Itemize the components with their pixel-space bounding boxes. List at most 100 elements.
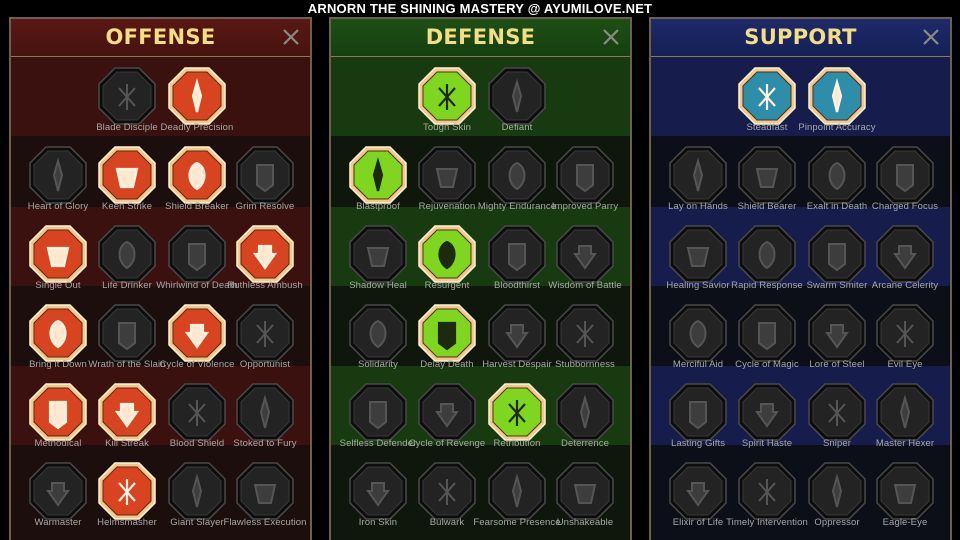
skill-selfless-defender[interactable]: Selfless Defender (340, 382, 416, 458)
skill-steadfast[interactable]: Steadfast (735, 66, 799, 142)
skill-unshakeable[interactable]: Unshakeable (553, 461, 617, 537)
support-panel: SUPPORT Steadfast Pinpoint Accuracy Lay on … (649, 17, 952, 540)
skill-oppressor[interactable]: Oppressor (805, 461, 869, 537)
skill-master-hexer[interactable]: Master Hexer (873, 382, 937, 458)
skill-defiant[interactable]: Defiant (485, 66, 549, 142)
skill-iron-skin[interactable]: Iron Skin (346, 461, 410, 537)
potion-flask-icon (668, 461, 728, 521)
skill-mighty-endurance[interactable]: Mighty Endurance (478, 145, 556, 221)
striking-fist-icon (235, 224, 295, 284)
tower-shield-icon (417, 461, 477, 521)
skill-cycle-of-revenge[interactable]: Cycle of Revenge (409, 382, 485, 458)
skill-deterrence[interactable]: Deterrence (553, 382, 617, 458)
skill-cycle-of-magic[interactable]: Cycle of Magic (735, 303, 799, 379)
skill-shield-breaker[interactable]: Shield Breaker (165, 145, 229, 221)
comet-icon (737, 303, 797, 363)
skill-arcane-celerity[interactable]: Arcane Celerity (872, 224, 938, 300)
skill-healing-savior[interactable]: Healing Savior (666, 224, 730, 300)
skill-keen-strike[interactable]: Keen Strike (95, 145, 159, 221)
skill-lay-on-hands[interactable]: Lay on Hands (666, 145, 730, 221)
skill-shield-bearer[interactable]: Shield Bearer (735, 145, 799, 221)
skill-deadly-precision[interactable]: Deadly Precision (161, 66, 233, 142)
header-divider (11, 56, 310, 57)
skull-icon (97, 382, 157, 442)
chevron-shield-icon (348, 145, 408, 205)
skill-flawless-execution[interactable]: Flawless Execution (223, 461, 306, 537)
skill-heart-of-glory[interactable]: Heart of Glory (26, 145, 90, 221)
skill-evil-eye[interactable]: Evil Eye (873, 303, 937, 379)
skill-resurgent[interactable]: Resurgent (415, 224, 479, 300)
skill-improved-parry[interactable]: Improved Parry (552, 145, 618, 221)
skill-label: Eagle-Eye (882, 517, 928, 528)
raging-warrior-icon (235, 382, 295, 442)
executioner-skull-icon (235, 461, 295, 521)
close-icon[interactable] (281, 27, 301, 47)
hex-totem-icon (875, 382, 935, 442)
skill-timely-intervention[interactable]: Timely Intervention (726, 461, 808, 537)
hammer-fist-icon (97, 303, 157, 363)
eagle-head-icon (875, 461, 935, 521)
skill-bulwark[interactable]: Bulwark (415, 461, 479, 537)
compass-star-icon (668, 382, 728, 442)
skill-bring-it-down[interactable]: Bring it Down (26, 303, 90, 379)
open-palm-icon (487, 303, 547, 363)
skill-charged-focus[interactable]: Charged Focus (872, 145, 938, 221)
skill-kill-streak[interactable]: Kill Streak (95, 382, 159, 458)
skill-blastproof[interactable]: Blastproof (346, 145, 410, 221)
hourglass-icon (417, 303, 477, 363)
skill-rapid-response[interactable]: Rapid Response (731, 224, 803, 300)
skill-life-drinker[interactable]: Life Drinker (95, 224, 159, 300)
skill-blood-shield[interactable]: Blood Shield (165, 382, 229, 458)
skill-elixir-of-life[interactable]: Elixir of Life (666, 461, 730, 537)
skill-wisdom-of-battle[interactable]: Wisdom of Battle (548, 224, 622, 300)
skill-exalt-in-death[interactable]: Exalt in Death (805, 145, 869, 221)
support-panel-title: SUPPORT (744, 25, 857, 49)
skill-stoked-to-fury[interactable]: Stoked to Fury (233, 382, 297, 458)
heart-hand-icon (417, 145, 477, 205)
skill-tough-skin[interactable]: Tough Skin (415, 66, 479, 142)
skill-label: Flawless Execution (223, 517, 307, 528)
close-icon[interactable] (601, 27, 621, 47)
skill-label: Deterrence (561, 438, 609, 449)
skill-eagle-eye[interactable]: Eagle-Eye (873, 461, 937, 537)
skill-solidarity[interactable]: Solidarity (346, 303, 410, 379)
skill-delay-death[interactable]: Delay Death (415, 303, 479, 379)
skill-lasting-gifts[interactable]: Lasting Gifts (666, 382, 730, 458)
skill-wrath-of-the-slain[interactable]: Wrath of the Slain (88, 303, 165, 379)
skill-harvest-despair[interactable]: Harvest Despair (482, 303, 552, 379)
axe-icon (167, 303, 227, 363)
skill-retribution[interactable]: Retribution (485, 382, 549, 458)
broken-shield-icon (167, 145, 227, 205)
skill-single-out[interactable]: Single Out (26, 224, 90, 300)
skill-helmsmasher[interactable]: Helmsmasher (95, 461, 159, 537)
skill-label: Charged Focus (871, 201, 939, 212)
skill-fearsome-presence[interactable]: Fearsome Presence (473, 461, 561, 537)
skill-grim-resolve[interactable]: Grim Resolve (233, 145, 297, 221)
skill-merciful-aid[interactable]: Merciful Aid (666, 303, 730, 379)
skill-whirlwind-of-death[interactable]: Whirlwind of Death (156, 224, 238, 300)
skill-shadow-heal[interactable]: Shadow Heal (346, 224, 410, 300)
skill-giant-slayer[interactable]: Giant Slayer (165, 461, 229, 537)
skill-opportunist[interactable]: Opportunist (233, 303, 297, 379)
skill-spirit-haste[interactable]: Spirit Haste (735, 382, 799, 458)
skill-warmaster[interactable]: Warmaster (26, 461, 90, 537)
skill-blade-disciple[interactable]: Blade Disciple (95, 66, 159, 142)
skill-rejuvenation[interactable]: Rejuvenation (415, 145, 479, 221)
skill-bloodthirst[interactable]: Bloodthirst (485, 224, 549, 300)
skill-lore-of-steel[interactable]: Lore of Steel (805, 303, 869, 379)
radiant-skull-icon (487, 382, 547, 442)
close-icon[interactable] (921, 27, 941, 47)
hands-heart-icon (737, 66, 797, 126)
skill-swarm-smiter[interactable]: Swarm Smiter (805, 224, 869, 300)
skill-cycle-of-violence[interactable]: Cycle of Violence (160, 303, 234, 379)
skill-ruthless-ambush[interactable]: Ruthless Ambush (227, 224, 303, 300)
skill-methodical[interactable]: Methodical (26, 382, 90, 458)
crossed-swords-icon (97, 66, 157, 126)
bullseye-arrow-icon (807, 66, 867, 126)
arrows-target-icon (28, 224, 88, 284)
skill-sniper[interactable]: Sniper (805, 382, 869, 458)
charged-hand-icon (875, 145, 935, 205)
explosion-icon (28, 382, 88, 442)
skill-stubbornness[interactable]: Stubbornness (553, 303, 617, 379)
skill-pinpoint-accuracy[interactable]: Pinpoint Accuracy (798, 66, 876, 142)
